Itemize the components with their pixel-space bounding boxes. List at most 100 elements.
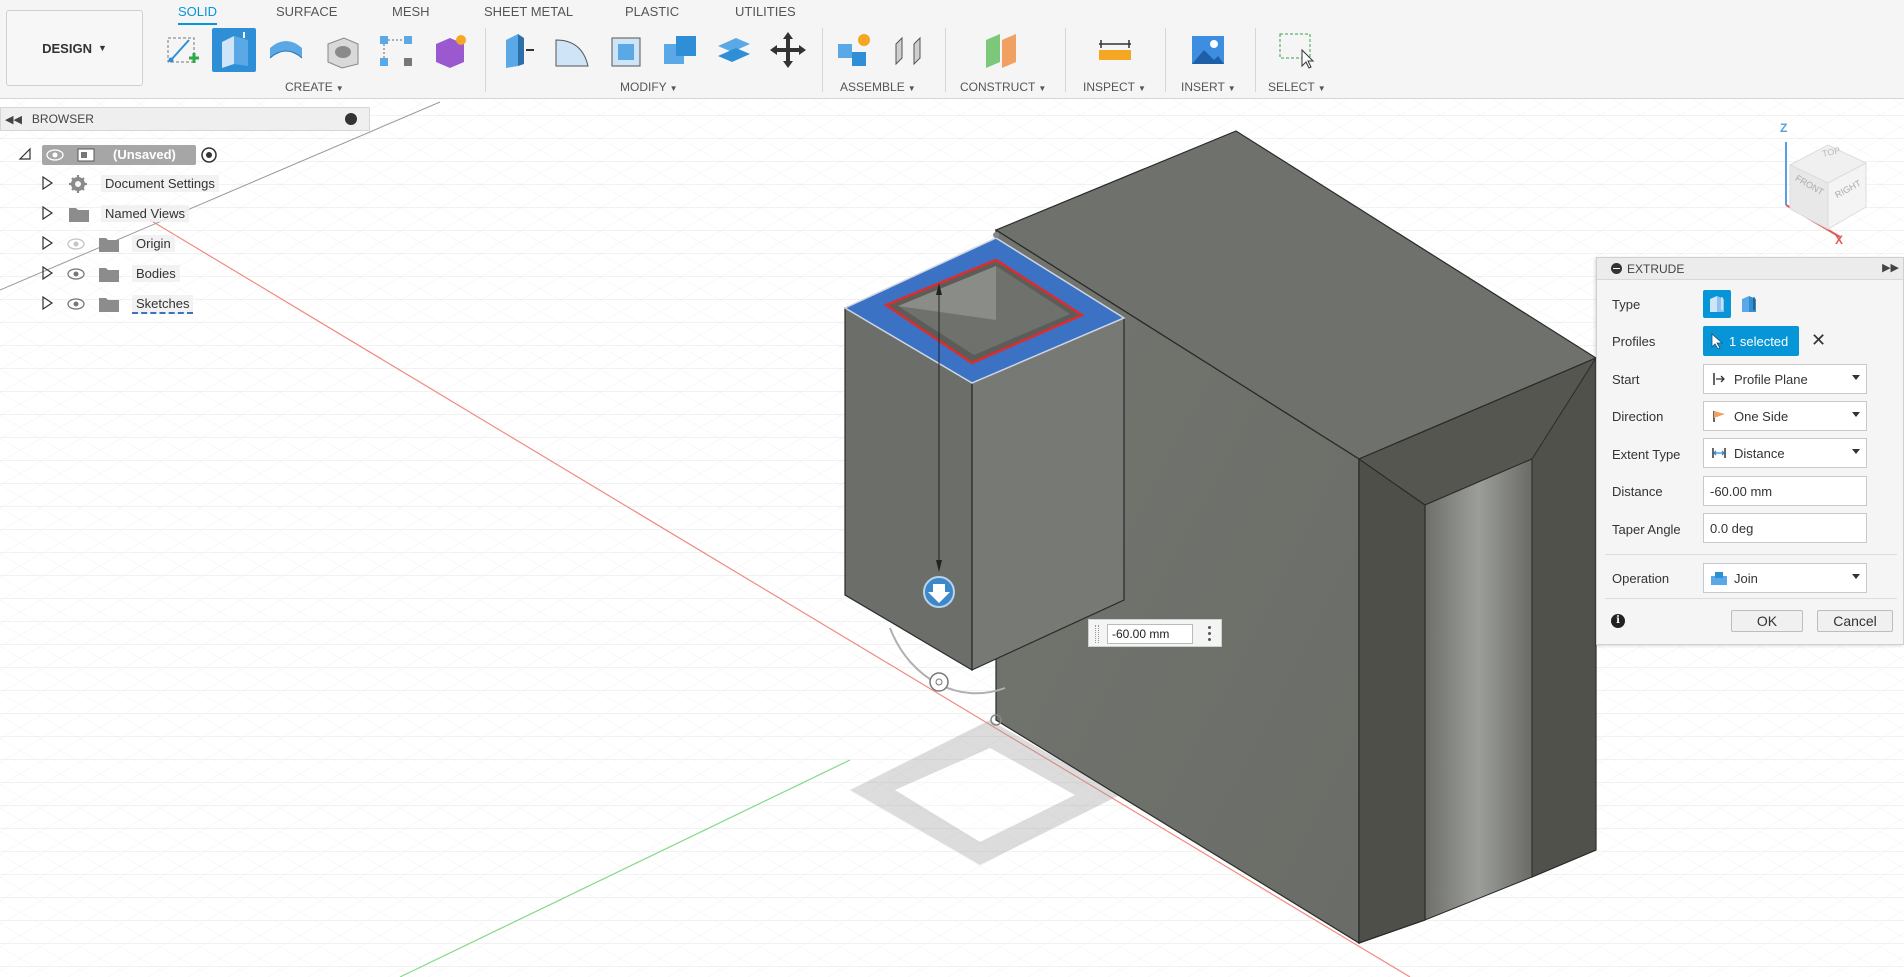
expand-named-views-icon[interactable] [40,206,54,220]
extrude-type-solid-button[interactable] [1703,290,1731,318]
create-form-icon[interactable] [428,28,472,72]
assemble-menu[interactable]: ASSEMBLE ▼ [840,80,916,94]
tab-utilities[interactable]: UTILITIES [735,2,796,21]
chevron-down-icon [1852,449,1860,454]
extrude-icon[interactable] [212,28,256,72]
operation-dropdown[interactable]: Join [1703,563,1867,593]
clear-selection-icon[interactable]: ✕ [1811,330,1826,351]
expand-sketches-icon[interactable] [40,296,54,310]
distance-icon [1710,444,1728,462]
eye-icon[interactable] [46,148,64,162]
collapse-panel-icon[interactable]: ◀◀ [5,113,22,126]
pattern-icon[interactable] [374,28,418,72]
extrude-dialog: EXTRUDE ▶▶ Type Profiles 1 selected ✕ St… [1596,257,1904,645]
create-sketch-icon[interactable] [161,28,205,72]
new-component-icon[interactable] [832,28,876,72]
start-dropdown[interactable]: Profile Plane [1703,364,1867,394]
distance-inline-input[interactable] [1107,624,1193,644]
extent-type-value: Distance [1734,445,1785,461]
profiles-selection-button[interactable]: 1 selected [1703,326,1799,356]
profiles-label: Profiles [1612,334,1656,349]
more-options-icon[interactable] [1208,626,1211,642]
one-side-icon [1710,407,1728,425]
x-axis-label: X [1835,233,1844,247]
direction-value: One Side [1734,408,1789,424]
extrude-type-thin-button[interactable] [1735,290,1763,318]
create-menu[interactable]: CREATE ▼ [285,80,344,94]
shell-icon[interactable] [604,28,648,72]
move-icon[interactable] [766,28,810,72]
tree-item-named-views[interactable]: Named Views [101,205,189,222]
tab-plastic[interactable]: PLASTIC [625,2,679,21]
workspace-label: DESIGN [42,40,92,56]
eye-hidden-icon[interactable] [66,237,86,251]
select-menu[interactable]: SELECT ▼ [1268,80,1326,94]
distance-field[interactable] [1703,476,1867,506]
eye-icon[interactable] [66,297,86,311]
tree-item-document-settings[interactable]: Document Settings [101,175,219,192]
combine-icon[interactable] [658,28,702,72]
hole-icon[interactable] [320,28,364,72]
info-icon[interactable]: i [1611,614,1625,628]
insert-menu[interactable]: INSERT ▼ [1181,80,1236,94]
cancel-button[interactable]: Cancel [1817,610,1893,632]
pin-icon[interactable] [345,113,357,125]
fillet-icon[interactable] [550,28,594,72]
root-collapse-triangle-icon[interactable] [18,147,32,161]
cursor-arrow-icon [1711,333,1723,349]
operation-label: Operation [1612,571,1670,586]
press-pull-icon[interactable] [496,28,540,72]
offset-face-icon[interactable] [712,28,756,72]
expand-bodies-icon[interactable] [40,266,54,280]
browser-title: BROWSER [31,112,94,126]
tab-sheet-metal[interactable]: SHEET METAL [484,2,573,21]
chevron-down-icon [1852,412,1860,417]
start-label: Start [1612,372,1640,387]
construct-menu[interactable]: CONSTRUCT ▼ [960,80,1046,94]
inspect-menu[interactable]: INSPECT ▼ [1083,80,1146,94]
workspace-switcher-button[interactable]: DESIGN ▼ [6,10,143,86]
gear-icon [69,175,87,193]
chevron-down-icon [1852,574,1860,579]
root-component-label: (Unsaved) [113,147,176,162]
dialog-header[interactable]: EXTRUDE ▶▶ [1597,258,1903,280]
collapse-dialog-icon[interactable] [1611,263,1622,274]
join-icon [1710,569,1728,587]
modify-menu[interactable]: MODIFY ▼ [620,80,678,94]
tab-solid[interactable]: SOLID [178,2,218,25]
toolbar-divider [1065,28,1066,92]
start-value: Profile Plane [1734,371,1808,387]
tab-mesh[interactable]: MESH [392,2,430,21]
direction-label: Direction [1612,409,1664,424]
distance-input-box[interactable] [1088,619,1222,647]
ok-button[interactable]: OK [1731,610,1803,632]
dialog-divider [1605,554,1897,555]
expand-dialog-icon[interactable]: ▶▶ [1882,261,1899,274]
window-select-icon[interactable] [1274,28,1318,72]
revolve-icon[interactable] [264,28,308,72]
eye-icon[interactable] [66,267,86,281]
toolbar-divider [485,28,486,92]
direction-dropdown[interactable]: One Side [1703,401,1867,431]
taper-angle-field[interactable] [1703,513,1867,543]
dimension-label: 60.00 [915,402,961,422]
tree-item-bodies[interactable]: Bodies [132,265,180,282]
tree-item-origin[interactable]: Origin [132,235,175,252]
drag-handle[interactable] [1095,625,1099,643]
dialog-title: EXTRUDE [1627,262,1685,276]
toolbar-divider [1165,28,1166,92]
extent-type-dropdown[interactable]: Distance [1703,438,1867,468]
offset-plane-icon[interactable] [980,28,1024,72]
chevron-down-icon: ▼ [97,43,107,53]
tree-item-sketches[interactable]: Sketches [132,295,194,314]
tab-surface[interactable]: SURFACE [276,2,337,21]
extrude-preview-body[interactable] [843,237,1126,672]
taper-angle-label: Taper Angle [1612,522,1681,537]
joint-icon[interactable] [886,28,930,72]
profiles-selected-count: 1 selected [1729,333,1789,349]
measure-icon[interactable] [1093,28,1137,72]
expand-origin-icon[interactable] [40,236,54,250]
activate-radio-icon[interactable] [200,146,218,164]
expand-document-settings-icon[interactable] [40,176,54,190]
insert-image-icon[interactable] [1186,28,1230,72]
